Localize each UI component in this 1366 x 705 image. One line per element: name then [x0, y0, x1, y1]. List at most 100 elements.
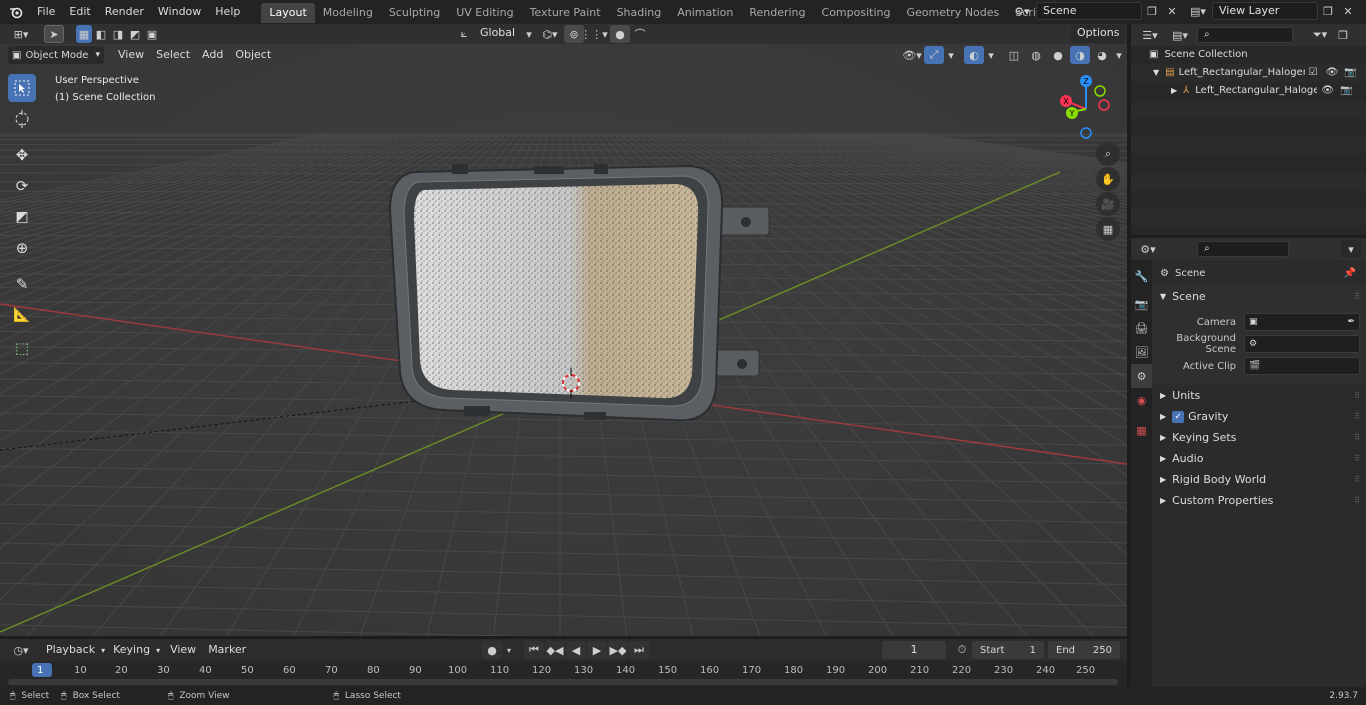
- tool-cursor[interactable]: [8, 105, 36, 133]
- pivot-point-icon[interactable]: ⌬▾: [540, 25, 560, 43]
- menu-edit[interactable]: Edit: [62, 0, 97, 24]
- drag-handle-icon[interactable]: ⠿: [1354, 427, 1360, 448]
- new-scene-icon[interactable]: ❐: [1142, 2, 1162, 20]
- menu-render[interactable]: Render: [98, 0, 151, 24]
- checkbox-icon[interactable]: ☑: [1309, 64, 1318, 82]
- mode-selector[interactable]: ▣ Object Mode ▾: [8, 46, 104, 64]
- eye-icon[interactable]: 👁: [1321, 82, 1334, 100]
- solid-shading-icon[interactable]: ●: [1048, 46, 1068, 64]
- editor-type-icon[interactable]: ⊞▾: [8, 25, 34, 43]
- tab-world[interactable]: ◉: [1131, 388, 1152, 412]
- snap-target-icon[interactable]: ⋮⋮▾: [580, 25, 608, 43]
- start-frame-field[interactable]: Start 1: [972, 641, 1044, 659]
- gizmo-chevron-icon[interactable]: ▾: [946, 46, 956, 64]
- tool-annotate[interactable]: ✎: [8, 270, 36, 298]
- select-subtract-icon[interactable]: ◨: [110, 25, 126, 43]
- new-view-layer-icon[interactable]: ❐: [1318, 2, 1338, 20]
- 3d-viewport[interactable]: User Perspective (1) Scene Collection Z …: [0, 44, 1127, 636]
- tab-modeling[interactable]: Modeling: [315, 3, 381, 23]
- gizmo-toggle-icon[interactable]: ⤢: [924, 46, 944, 64]
- eyedropper-icon[interactable]: ✒: [1347, 317, 1355, 327]
- tab-render[interactable]: 📷: [1131, 292, 1152, 316]
- tab-output[interactable]: 🖨: [1131, 316, 1152, 340]
- tool-scale[interactable]: ◩: [8, 203, 36, 231]
- pan-hand-icon[interactable]: ✋: [1096, 167, 1120, 191]
- orientation-chevron-icon[interactable]: ▾: [524, 25, 534, 43]
- next-keyframe-icon[interactable]: ▶◆: [608, 641, 628, 659]
- zoom-icon[interactable]: ⌕: [1096, 142, 1120, 166]
- tab-compositing[interactable]: Compositing: [814, 3, 899, 23]
- tab-rendering[interactable]: Rendering: [741, 3, 813, 23]
- record-chevron-icon[interactable]: ▾: [503, 641, 515, 659]
- tab-texture-paint[interactable]: Texture Paint: [522, 3, 609, 23]
- xray-icon[interactable]: ◫: [1004, 46, 1024, 64]
- navigation-gizmo[interactable]: Z X Y: [1054, 73, 1120, 139]
- tab-view-layer[interactable]: 🖼: [1131, 340, 1152, 364]
- drag-handle-icon[interactable]: ⠿: [1354, 490, 1360, 511]
- ortho-grid-icon[interactable]: ▦: [1096, 217, 1120, 241]
- overlay-toggle-icon[interactable]: ◐: [964, 46, 984, 64]
- expand-chevron-icon[interactable]: ▶: [1171, 82, 1177, 100]
- tab-uv-editing[interactable]: UV Editing: [448, 3, 521, 23]
- rendered-shading-icon[interactable]: ◕: [1092, 46, 1112, 64]
- tool-add-cube[interactable]: ⬚: [8, 334, 36, 362]
- camera-field[interactable]: ▣ ✒: [1244, 313, 1360, 331]
- shading-chevron-icon[interactable]: ▾: [1114, 46, 1124, 64]
- end-frame-field[interactable]: End 250: [1048, 641, 1120, 659]
- camera-icon[interactable]: 📷: [1344, 64, 1356, 82]
- menu-window[interactable]: Window: [151, 0, 208, 24]
- scene-icon[interactable]: ⚙▾: [1012, 2, 1032, 20]
- tool-select-box[interactable]: [8, 74, 36, 102]
- jump-start-icon[interactable]: ⏮: [524, 641, 544, 659]
- menu-add[interactable]: Add: [196, 46, 229, 64]
- drag-handle-icon[interactable]: ⠿: [1354, 385, 1360, 406]
- custom-properties-panel[interactable]: ▶ Custom Properties ⠿: [1152, 490, 1366, 511]
- expand-chevron-icon[interactable]: ▼: [1153, 64, 1159, 82]
- select-extend-icon[interactable]: ◧: [93, 25, 109, 43]
- menu-file[interactable]: File: [30, 0, 62, 24]
- select-invert-icon[interactable]: ◩: [127, 25, 143, 43]
- menu-keying[interactable]: Keying: [107, 641, 156, 659]
- menu-object[interactable]: Object: [229, 46, 277, 64]
- tool-rotate[interactable]: ⟳: [8, 172, 36, 200]
- drag-handle-icon[interactable]: ⠿: [1354, 286, 1360, 307]
- keying-chevron-icon[interactable]: ▾: [156, 646, 160, 655]
- tab-tool[interactable]: 🔧: [1131, 264, 1152, 288]
- drag-handle-icon[interactable]: ⠿: [1354, 469, 1360, 490]
- tab-animation[interactable]: Animation: [669, 3, 741, 23]
- background-scene-field[interactable]: ⚙: [1244, 335, 1360, 353]
- tab-sculpting[interactable]: Sculpting: [381, 3, 448, 23]
- rigid-body-world-panel[interactable]: ▶ Rigid Body World ⠿: [1152, 469, 1366, 490]
- view-layer-icon[interactable]: ▤▾: [1188, 2, 1208, 20]
- eye-icon[interactable]: 👁: [1326, 64, 1339, 82]
- menu-view[interactable]: View: [112, 46, 150, 64]
- menu-marker[interactable]: Marker: [202, 641, 252, 659]
- select-new-icon[interactable]: ▦: [76, 25, 92, 43]
- falloff-icon[interactable]: ⌒: [630, 25, 650, 43]
- visibility-icon[interactable]: 👁▾: [902, 46, 922, 64]
- current-frame-field[interactable]: 1: [882, 641, 946, 659]
- menu-playback[interactable]: Playback: [40, 641, 101, 659]
- camera-view-icon[interactable]: 🎥: [1096, 192, 1120, 216]
- outliner-scene-collection[interactable]: ▣ Scene Collection: [1131, 46, 1366, 64]
- delete-view-layer-icon[interactable]: ✕: [1338, 2, 1358, 20]
- prev-keyframe-icon[interactable]: ◆◀: [545, 641, 565, 659]
- menu-select[interactable]: Select: [150, 46, 196, 64]
- keying-sets-panel[interactable]: ▶ Keying Sets ⠿: [1152, 427, 1366, 448]
- select-intersect-icon[interactable]: ▣: [144, 25, 160, 43]
- properties-search-input[interactable]: ⌕: [1197, 241, 1289, 257]
- tool-move[interactable]: ✥: [8, 141, 36, 169]
- tab-scene[interactable]: ⚙: [1131, 364, 1152, 388]
- record-icon[interactable]: ●: [482, 641, 502, 659]
- material-shading-icon[interactable]: ◑: [1070, 46, 1090, 64]
- jump-end-icon[interactable]: ⏭: [629, 641, 649, 659]
- tool-measure[interactable]: 📐: [8, 301, 36, 329]
- tab-layout[interactable]: Layout: [261, 3, 315, 23]
- gravity-panel[interactable]: ▶ ✓ Gravity ⠿: [1152, 406, 1366, 427]
- 3d-cursor[interactable]: [556, 368, 586, 398]
- play-reverse-icon[interactable]: ◀: [566, 641, 586, 659]
- camera-icon[interactable]: 📷: [1340, 82, 1352, 100]
- properties-options-icon[interactable]: ▾: [1341, 240, 1361, 258]
- timeline-scrollbar[interactable]: [8, 679, 1118, 685]
- scene-panel-header[interactable]: ▼ Scene ⠿: [1152, 286, 1366, 307]
